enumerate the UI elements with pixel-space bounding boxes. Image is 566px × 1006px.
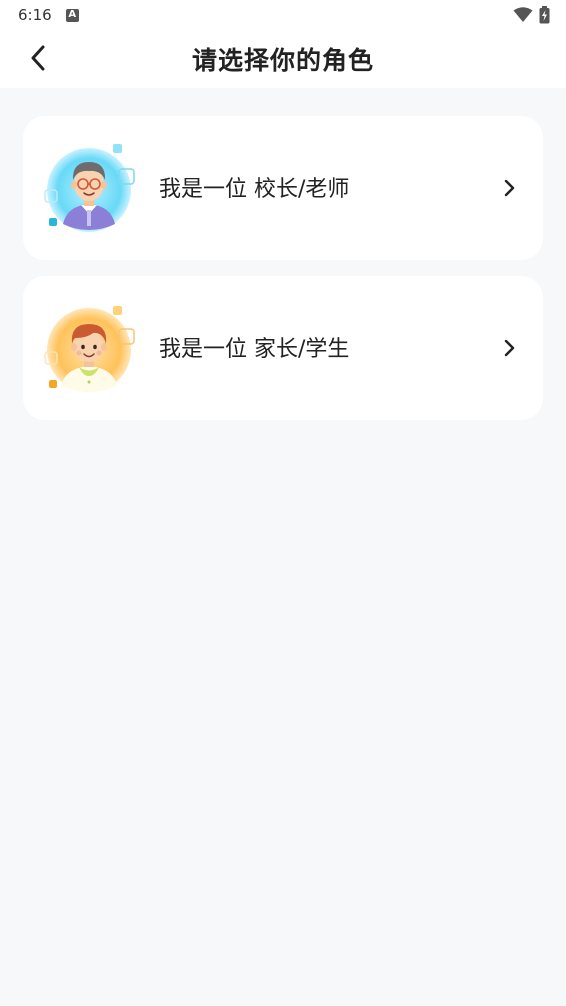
- status-right: [513, 6, 550, 24]
- status-left: 6:16 A: [18, 6, 79, 24]
- role-card-teacher[interactable]: 我是一位 校长/老师: [23, 116, 543, 260]
- battery-charging-icon: [539, 6, 550, 24]
- teacher-avatar: [43, 142, 143, 234]
- chevron-right-icon: [501, 176, 517, 200]
- role-label-teacher: 我是一位 校长/老师: [159, 177, 350, 202]
- student-avatar: [43, 302, 143, 394]
- role-label-student: 我是一位 家长/学生: [159, 337, 350, 362]
- app-header: 请选择你的角色: [0, 30, 566, 88]
- status-time: 6:16: [18, 6, 52, 24]
- wifi-icon: [513, 7, 533, 22]
- role-card-student[interactable]: 我是一位 家长/学生: [23, 276, 543, 420]
- back-button[interactable]: [22, 42, 54, 74]
- chevron-right-icon: [501, 336, 517, 360]
- status-bar: 6:16 A: [0, 0, 566, 30]
- font-a-icon: A: [65, 8, 79, 22]
- chevron-left-icon: [31, 45, 45, 71]
- page-title: 请选择你的角色: [191, 46, 374, 75]
